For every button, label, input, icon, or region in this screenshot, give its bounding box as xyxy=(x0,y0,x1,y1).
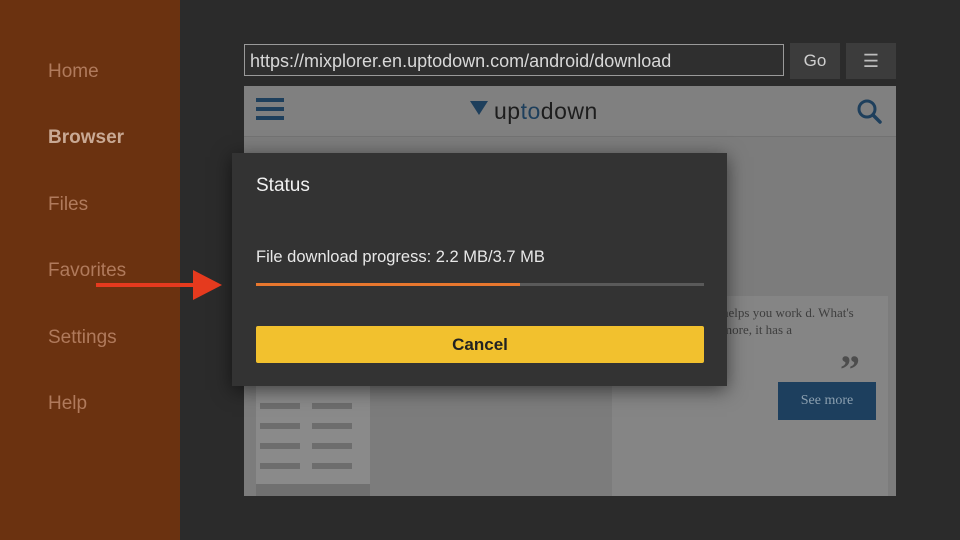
logo-text-to: to xyxy=(520,98,541,124)
url-input[interactable]: https://mixplorer.en.uptodown.com/androi… xyxy=(244,44,784,76)
go-button[interactable]: Go xyxy=(790,43,840,79)
annotation-arrow-icon xyxy=(193,270,222,300)
status-dialog: Status File download progress: 2.2 MB/3.… xyxy=(232,153,727,386)
card-description: helps you work d. What's more, it has a xyxy=(722,305,854,337)
annotation-arrow-line xyxy=(96,283,198,287)
menu-button[interactable]: ☰ xyxy=(846,43,896,79)
site-header: uptodown xyxy=(244,86,896,137)
hamburger-icon[interactable] xyxy=(256,98,284,122)
sidebar-item-settings[interactable]: Settings xyxy=(48,327,117,349)
progress-fill xyxy=(256,283,521,286)
sidebar-item-files[interactable]: Files xyxy=(48,194,88,216)
download-progress-text: File download progress: 2.2 MB/3.7 MB xyxy=(256,248,545,266)
app-screenshot-thumbnail xyxy=(256,386,370,496)
menu-icon: ☰ xyxy=(862,51,880,71)
dialog-title: Status xyxy=(256,175,310,196)
sidebar-item-browser[interactable]: Browser xyxy=(48,127,124,149)
logo-text-up: up xyxy=(494,98,521,124)
search-icon[interactable] xyxy=(856,98,882,124)
sidebar: Home Browser Files Favorites Settings He… xyxy=(0,0,180,540)
site-logo[interactable]: uptodown xyxy=(470,98,598,125)
sidebar-item-help[interactable]: Help xyxy=(48,393,87,415)
logo-mark-icon xyxy=(470,101,488,115)
logo-text-down: down xyxy=(540,98,598,124)
cancel-button[interactable]: Cancel xyxy=(256,326,704,363)
sidebar-item-home[interactable]: Home xyxy=(48,61,99,83)
sidebar-item-favorites[interactable]: Favorites xyxy=(48,260,126,282)
see-more-button[interactable]: See more xyxy=(778,382,876,420)
progress-bar xyxy=(256,283,704,286)
